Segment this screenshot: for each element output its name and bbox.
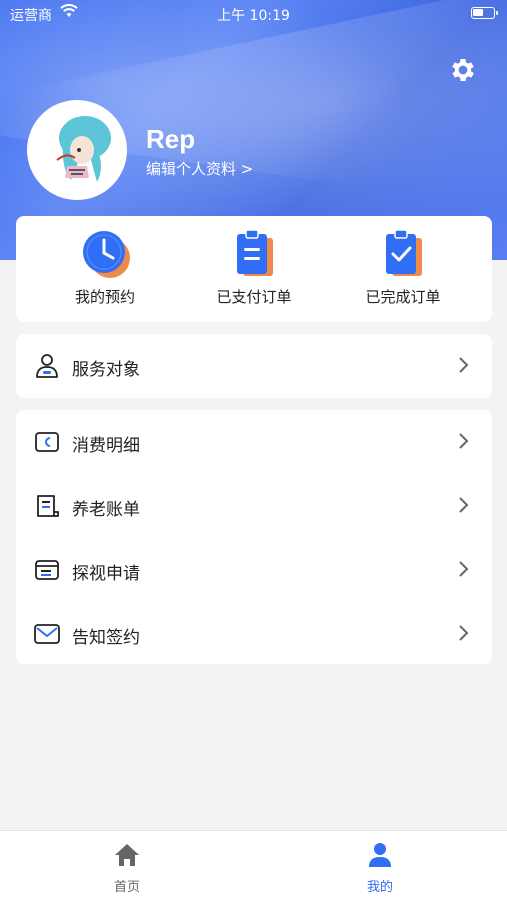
tab-label: 我的 (366, 880, 393, 895)
profile-name: Rep (146, 124, 196, 154)
chevron-right-icon (459, 625, 469, 641)
mail-icon (34, 624, 60, 644)
settings-gear-icon[interactable] (448, 55, 478, 85)
order-label: 已完成订单 (365, 288, 441, 306)
primary-menu-card: 服务对象 (16, 334, 492, 398)
status-time: 上午 10:19 (217, 8, 290, 24)
menu-item-notice-signing[interactable]: 告知签约 (16, 602, 492, 666)
user-icon (369, 843, 391, 867)
menu-item-service-object[interactable]: 服务对象 (16, 334, 492, 398)
chevron-right-icon (459, 497, 469, 513)
menu-item-label: 服务对象 (72, 360, 140, 380)
status-bar: 运营商 上午 10:19 (0, 0, 507, 28)
menu-item-elderly-care-bill[interactable]: 养老账单 (16, 474, 492, 538)
menu-item-visit-application[interactable]: 探视申请 (16, 538, 492, 602)
order-label: 已支付订单 (216, 288, 292, 306)
avatar-image (56, 116, 111, 182)
chevron-right-icon (459, 561, 469, 577)
my-appointments-button[interactable]: 我的预约 (26, 216, 184, 322)
tab-mine[interactable]: 我的 (320, 831, 440, 900)
clipboard-list-icon (237, 229, 273, 276)
wallet-icon (35, 432, 59, 452)
folder-icon (35, 560, 59, 580)
secondary-menu-card: 消费明细 养老账单 探视申请 告知签约 (16, 410, 492, 664)
avatar[interactable] (27, 100, 127, 200)
home-icon (115, 844, 139, 866)
menu-item-label: 探视申请 (72, 564, 140, 584)
receipt-icon (37, 495, 59, 517)
tab-bar: 首页 我的 (0, 830, 507, 900)
menu-item-label: 告知签约 (72, 628, 140, 648)
tab-home[interactable]: 首页 (67, 831, 187, 900)
completed-orders-button[interactable]: 已完成订单 (324, 216, 482, 322)
chevron-right-icon (459, 433, 469, 449)
battery-icon (471, 7, 498, 19)
person-icon (36, 354, 58, 378)
order-label: 我的预约 (74, 288, 135, 306)
orders-card: 我的预约 已支付订单 已完成订单 (16, 216, 492, 322)
paid-orders-button[interactable]: 已支付订单 (175, 216, 333, 322)
clock-icon (83, 231, 130, 278)
clipboard-check-icon (386, 229, 422, 276)
menu-item-consumption-details[interactable]: 消费明细 (16, 410, 492, 474)
menu-item-label: 养老账单 (72, 500, 140, 520)
chevron-right-icon (459, 357, 469, 373)
tab-label: 首页 (113, 880, 140, 895)
menu-item-label: 消费明细 (72, 436, 140, 456)
edit-profile-link[interactable]: 编辑个人资料 > (146, 158, 253, 179)
